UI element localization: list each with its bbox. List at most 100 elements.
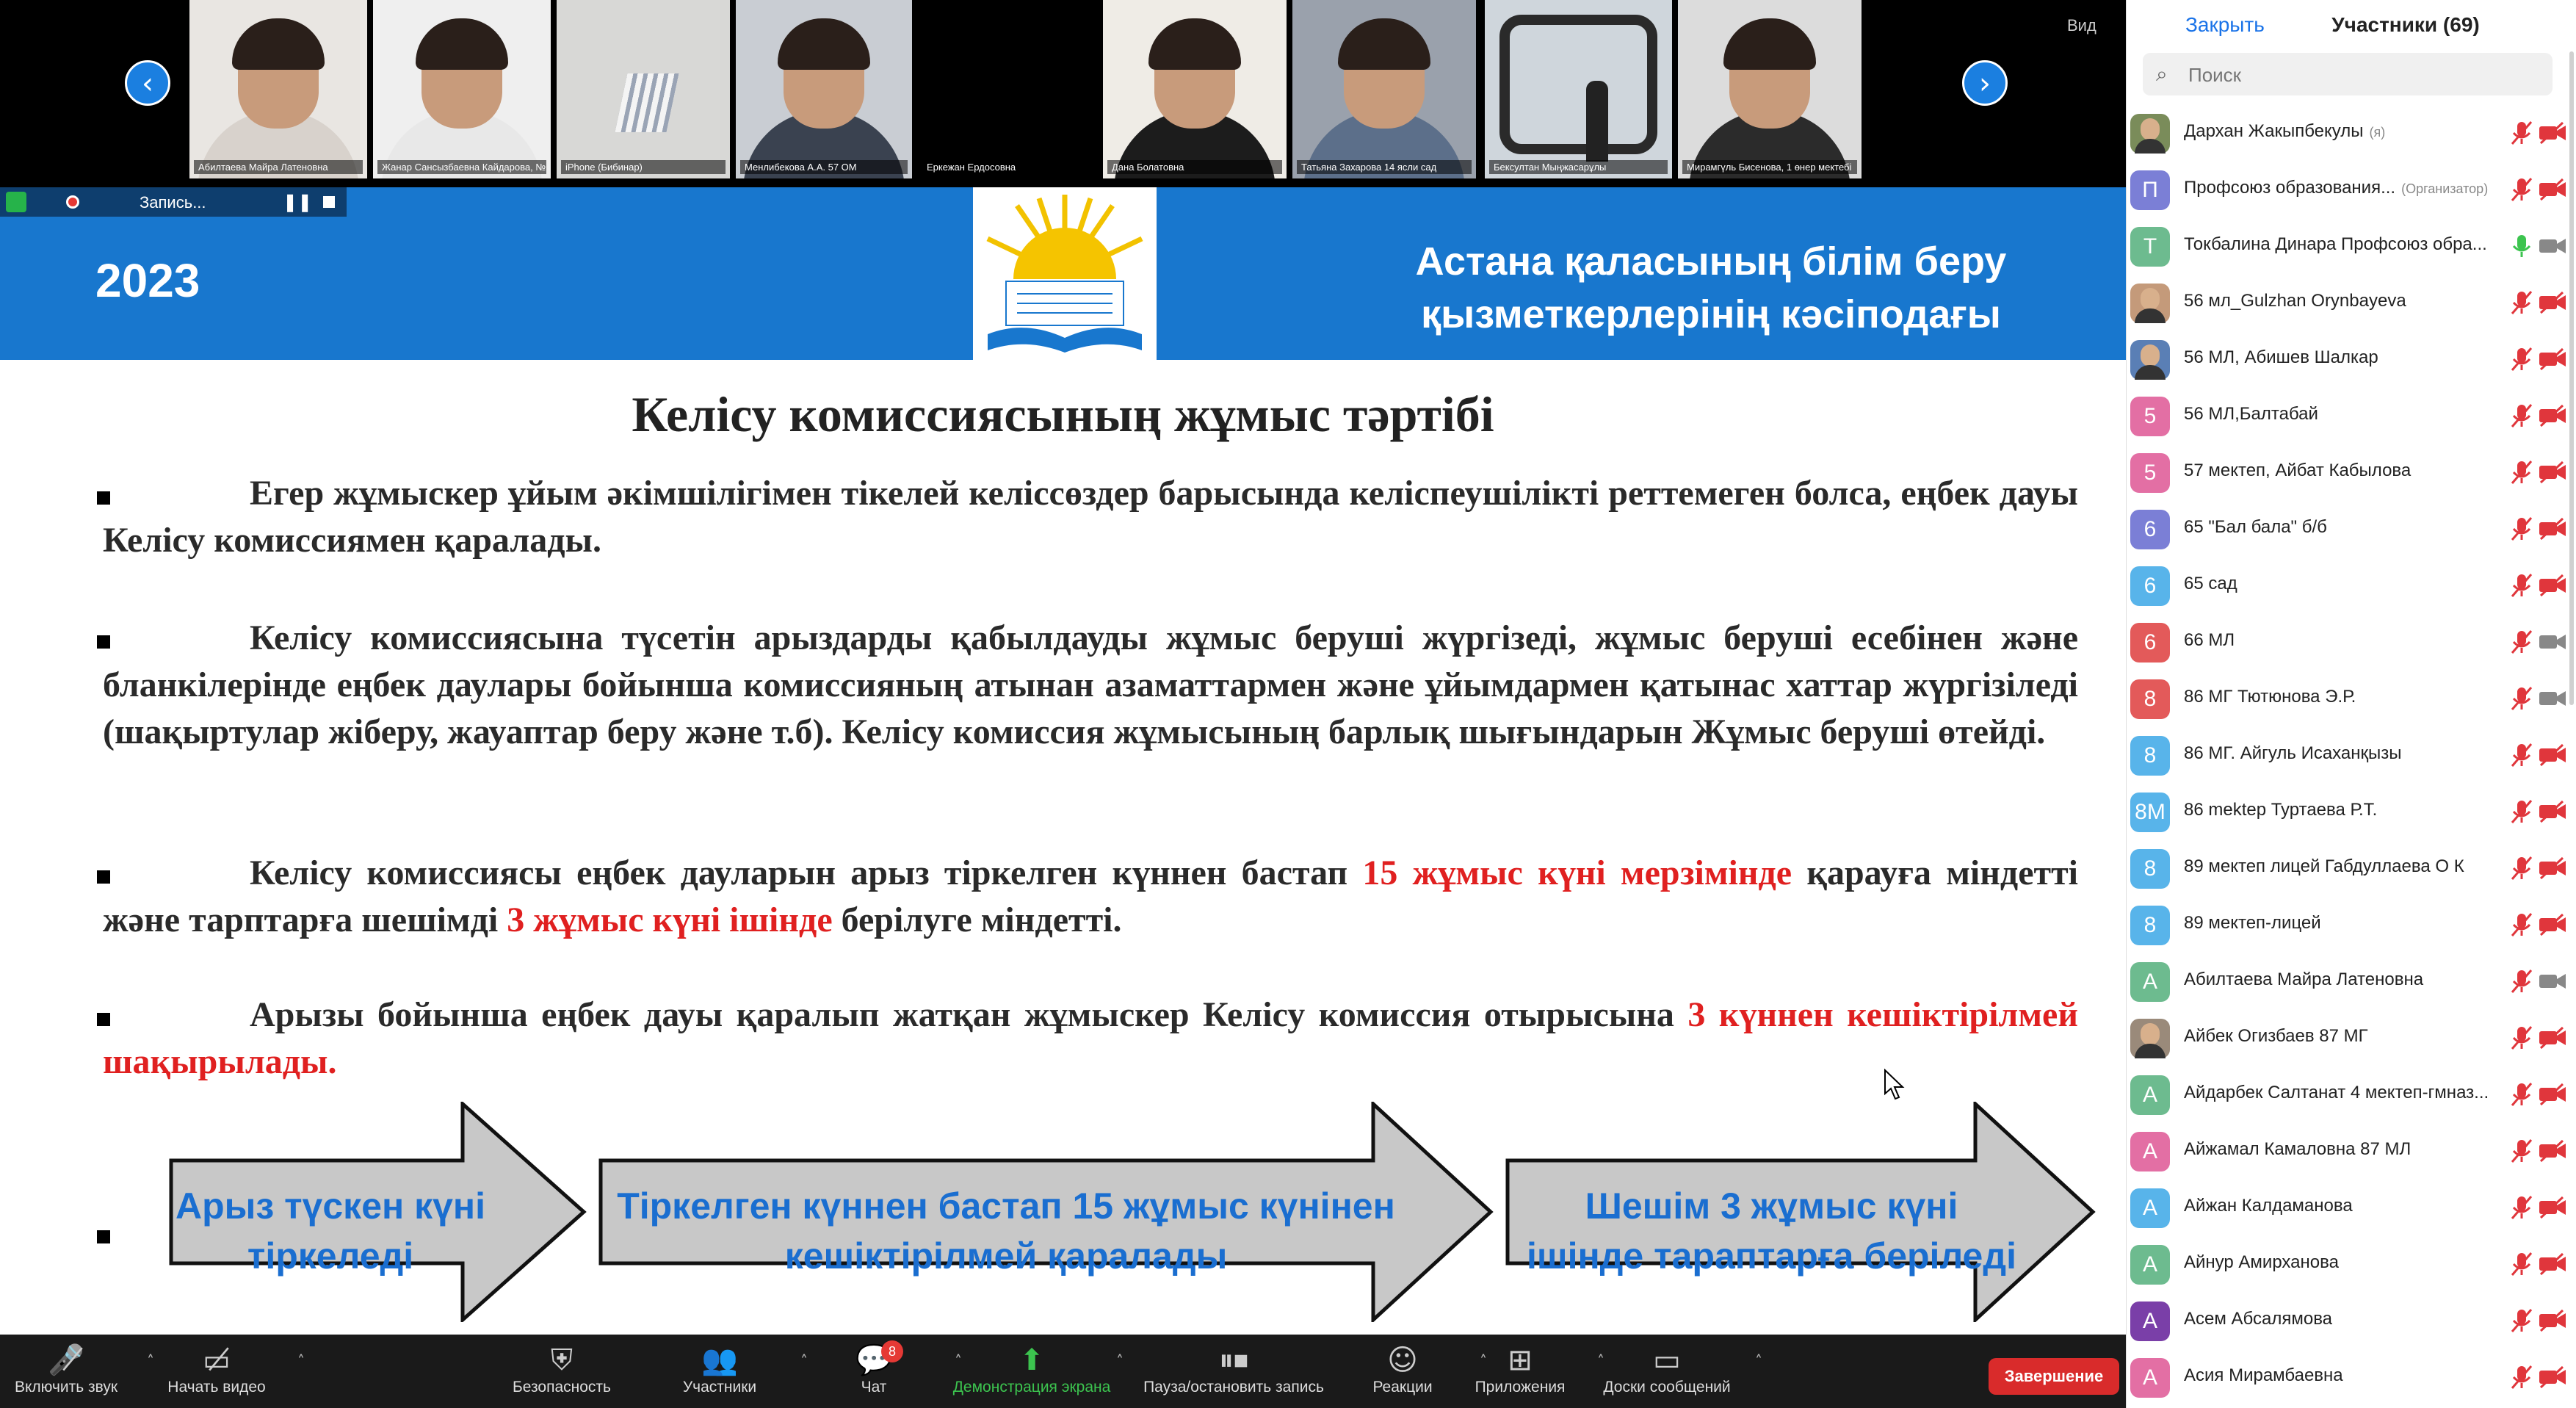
participant-row[interactable]: А Асия Мирамбаевна bbox=[2127, 1349, 2576, 1406]
stop-icon[interactable] bbox=[323, 196, 335, 208]
mic-muted-icon[interactable] bbox=[2507, 175, 2536, 204]
video-off-icon: ▭̸ bbox=[203, 1343, 231, 1377]
chat-button[interactable]: 💬 Чат 8 ˄ bbox=[793, 1340, 962, 1396]
video-tile[interactable]: Бексултан Мыңжасарұлы bbox=[1485, 0, 1672, 178]
caret-up-icon[interactable]: ˄ bbox=[297, 1352, 305, 1370]
arrow-3-line1: Шешім 3 жұмыс күні bbox=[1585, 1185, 1958, 1227]
strip-prev-icon[interactable]: ‹ bbox=[125, 60, 170, 106]
mic-muted-icon[interactable] bbox=[2507, 1306, 2536, 1335]
whiteboards-button[interactable]: ▭ Доски сообщений ˄ bbox=[1579, 1342, 1762, 1396]
view-menu[interactable]: Вид bbox=[2067, 16, 2096, 35]
caret-up-icon[interactable]: ˄ bbox=[1116, 1352, 1124, 1370]
participant-row[interactable]: 8 86 МГ Тютюнова Э.Р. bbox=[2127, 671, 2576, 727]
strip-next-icon[interactable]: › bbox=[1962, 60, 2008, 106]
security-button[interactable]: ⛨ Безопасность bbox=[481, 1342, 643, 1396]
pause-icon[interactable]: ❚❚ bbox=[283, 192, 312, 213]
arrow-3-line2: ішінде тараптарға беріледі bbox=[1527, 1235, 2016, 1277]
participant-row[interactable]: 8 89 мектеп-лицей bbox=[2127, 897, 2576, 953]
participant-name-text: 66 МЛ bbox=[2184, 630, 2235, 650]
video-tile[interactable]: Жанар Сансызбаевна Кайдарова, № 15 мекте… bbox=[373, 0, 551, 178]
video-tile[interactable]: Еркежан Ердосовна bbox=[918, 0, 1096, 178]
participant-row[interactable]: А Айнур Амирханова bbox=[2127, 1236, 2576, 1293]
arrow-2-line2: кешіктірілмей қаралады bbox=[784, 1235, 1228, 1277]
start-video-label: Начать видео bbox=[167, 1379, 266, 1396]
share-screen-button[interactable]: ⬆ Демонстрация экрана ˄ bbox=[947, 1342, 1124, 1396]
video-tile[interactable]: Мирамгүль Бисенова, 1 өнер мектебі bbox=[1678, 0, 1862, 178]
mic-muted-icon[interactable] bbox=[2507, 344, 2536, 374]
participant-row[interactable]: 56 МЛ, Абишев Шалкар bbox=[2127, 331, 2576, 388]
camera-off-icon bbox=[2538, 178, 2567, 201]
participant-row[interactable]: А Айжамал Камаловна 87 МЛ bbox=[2127, 1123, 2576, 1180]
unmute-label: Включить звук bbox=[14, 1379, 118, 1396]
mic-muted-icon[interactable] bbox=[2507, 1193, 2536, 1222]
mic-muted-icon[interactable] bbox=[2507, 684, 2536, 713]
mic-muted-icon[interactable] bbox=[2507, 1249, 2536, 1279]
paragraph-1-text: Егер жұмыскер ұйым әкімшілігімен тікелей… bbox=[103, 474, 2078, 560]
mic-muted-icon[interactable] bbox=[2507, 118, 2536, 148]
participant-row[interactable]: Дархан Жакыпбекулы (я) bbox=[2127, 105, 2576, 162]
mic-muted-icon[interactable] bbox=[2507, 1080, 2536, 1109]
participant-role-tag: (Организатор) bbox=[2401, 181, 2489, 196]
participant-row[interactable]: 5 57 мектеп, Айбат Кабылова bbox=[2127, 444, 2576, 501]
mic-muted-icon[interactable] bbox=[2507, 967, 2536, 996]
video-tile[interactable]: iPhone (Бибинар) bbox=[557, 0, 730, 178]
p3-highlight-1: 15 жұмыс күні мерзімінде bbox=[1362, 853, 1792, 892]
mic-muted-icon[interactable] bbox=[2507, 571, 2536, 600]
search-input[interactable] bbox=[2187, 60, 2542, 90]
start-video-button[interactable]: ▭̸ Начать видео ˄ bbox=[136, 1342, 305, 1396]
participant-row[interactable]: 6 65 сад bbox=[2127, 557, 2576, 614]
participant-row[interactable]: А Асем Абсалямова bbox=[2127, 1293, 2576, 1349]
avatar: 8 bbox=[2130, 736, 2170, 776]
participant-name: Дархан Жакыпбекулы (я) bbox=[2184, 121, 2385, 142]
slide-header: 2023 Астана қаласының білім беру қызметк… bbox=[0, 187, 2126, 360]
mic-muted-icon[interactable] bbox=[2507, 288, 2536, 317]
org-title: Астана қаласының білім беру қызметкерлер… bbox=[1344, 235, 2078, 341]
caret-up-icon[interactable]: ˄ bbox=[1755, 1352, 1762, 1370]
mic-muted-icon[interactable] bbox=[2507, 797, 2536, 826]
participant-list-scrollbar[interactable] bbox=[2569, 51, 2574, 705]
end-meeting-button[interactable]: Завершение bbox=[1989, 1358, 2119, 1395]
video-tile[interactable]: Менлибекова А.А. 57 ОМ bbox=[736, 0, 912, 178]
participant-row[interactable]: 8 86 МГ. Айгуль Исаханқызы bbox=[2127, 727, 2576, 784]
mic-muted-icon[interactable] bbox=[2507, 1362, 2536, 1392]
participant-name: Айнур Амирханова bbox=[2184, 1252, 2339, 1273]
org-title-line1: Астана қаласының білім беру bbox=[1415, 239, 2007, 284]
avatar bbox=[2130, 1019, 2170, 1058]
mic-muted-icon[interactable] bbox=[2507, 514, 2536, 544]
video-tile[interactable]: Дана Болатовна bbox=[1103, 0, 1287, 178]
mic-muted-icon[interactable] bbox=[2507, 853, 2536, 883]
panel-title: Участники (69) bbox=[2331, 13, 2480, 36]
mic-muted-icon[interactable] bbox=[2507, 401, 2536, 430]
participants-button[interactable]: 👥 Участники ˄ bbox=[639, 1342, 808, 1396]
unmute-button[interactable]: 🎤̸ Включить звук ˄ bbox=[0, 1342, 154, 1396]
participant-row[interactable]: Т Токбалина Динара Профсоюз обра... bbox=[2127, 218, 2576, 275]
close-panel-link[interactable]: Закрыть bbox=[2185, 13, 2265, 37]
mic-muted-icon[interactable] bbox=[2507, 627, 2536, 657]
participant-row[interactable]: А Абилтаева Майра Латеновна bbox=[2127, 953, 2576, 1010]
participant-row[interactable]: 8М 86 mektep Туртаева Р.Т. bbox=[2127, 784, 2576, 840]
mic-muted-icon[interactable] bbox=[2507, 1136, 2536, 1166]
video-tile[interactable]: Абилтаева Майра Латеновна bbox=[189, 0, 367, 178]
video-tile[interactable]: Татьяна Захарова 14 ясли сад bbox=[1292, 0, 1476, 178]
participant-row[interactable]: А Айдарбек Салтанат 4 мектеп-гмназ... bbox=[2127, 1066, 2576, 1123]
camera-off-icon bbox=[2538, 630, 2567, 654]
participant-name-text: Айдарбек Салтанат 4 мектеп-гмназ... bbox=[2184, 1083, 2489, 1102]
participant-row[interactable]: А Айжан Калдаманова bbox=[2127, 1180, 2576, 1236]
participant-search: ⌕ bbox=[2143, 53, 2553, 95]
mic-muted-icon[interactable] bbox=[2507, 910, 2536, 939]
camera-off-icon bbox=[2538, 291, 2567, 314]
participant-row[interactable]: 6 66 МЛ bbox=[2127, 614, 2576, 671]
whiteboard-icon: ▭ bbox=[1653, 1343, 1681, 1377]
mic-muted-icon[interactable] bbox=[2507, 1023, 2536, 1053]
pause-stop-recording-button[interactable]: ⏸⏹ Пауза/остановить запись bbox=[1135, 1342, 1333, 1396]
participant-row[interactable]: Айбек Огизбаев 87 МГ bbox=[2127, 1010, 2576, 1066]
participant-row[interactable]: П Профсоюз образования... (Организатор) bbox=[2127, 162, 2576, 218]
mic-muted-icon[interactable] bbox=[2507, 740, 2536, 770]
apps-button[interactable]: ⊞ Приложения ˄ bbox=[1443, 1342, 1604, 1396]
participant-row[interactable]: 5 56 МЛ,Балтабай bbox=[2127, 388, 2576, 444]
participant-row[interactable]: 8 89 мектеп лицей Габдуллаева О К bbox=[2127, 840, 2576, 897]
participant-row[interactable]: 6 65 "Бал бала" б/б bbox=[2127, 501, 2576, 557]
mic-muted-icon[interactable] bbox=[2507, 458, 2536, 487]
participant-row[interactable]: 56 мл_Gulzhan Orynbayeva bbox=[2127, 275, 2576, 331]
mic-on-icon[interactable] bbox=[2507, 231, 2536, 261]
